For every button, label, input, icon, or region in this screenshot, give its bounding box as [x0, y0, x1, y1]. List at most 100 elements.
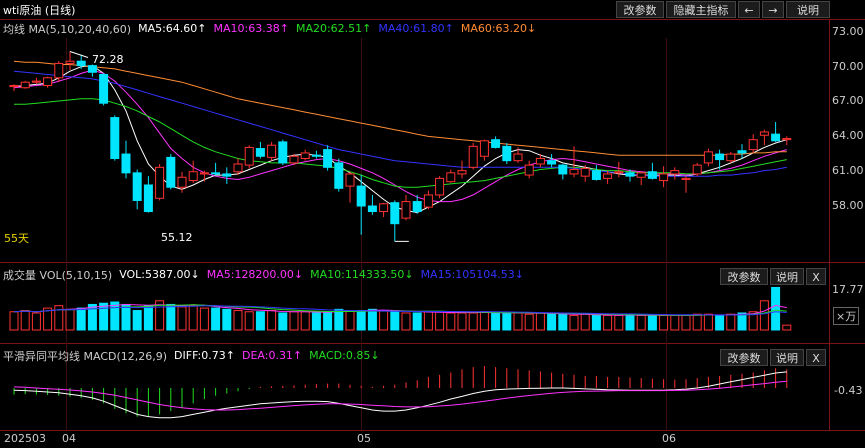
candle-body [379, 203, 389, 213]
volume-bar [558, 313, 568, 331]
volume-bar [345, 310, 355, 331]
candle-body [31, 80, 41, 83]
candle-body [614, 171, 624, 174]
line-ma10 [13, 69, 787, 203]
volume-bar [782, 324, 792, 331]
volume-bar [614, 314, 624, 331]
volume-bar [188, 305, 198, 331]
candle-body [199, 172, 209, 175]
volume-bar [356, 310, 366, 331]
candle-body [76, 60, 86, 67]
volume-bar [737, 312, 747, 331]
candle-body [211, 172, 221, 175]
volume-bar [143, 305, 153, 331]
volume-bar [334, 308, 344, 331]
candle-body [737, 150, 747, 154]
volume-bar [479, 311, 489, 331]
candle-body [20, 81, 30, 89]
volume-bar [692, 313, 702, 331]
candle-body [54, 62, 64, 79]
candle-body [524, 164, 534, 176]
candle-body [681, 177, 691, 180]
candle-body [580, 167, 590, 177]
candle-body [569, 169, 579, 175]
volume-bar [524, 313, 534, 331]
candlestick-chart[interactable] [0, 0, 865, 448]
candle-body [143, 184, 153, 213]
volume-bar [591, 314, 601, 331]
candle-body [468, 145, 478, 168]
candle-body [222, 173, 232, 177]
volume-bar [390, 311, 400, 331]
volume-bar [457, 312, 467, 331]
volume-bar [255, 311, 265, 331]
volume-bar [715, 314, 725, 331]
candle-body [423, 194, 433, 208]
candle-body [547, 160, 557, 165]
volume-bar [569, 314, 579, 331]
volume-bar [323, 311, 333, 331]
candle-body [535, 157, 545, 165]
volume-bar [9, 311, 19, 331]
candle-body [233, 163, 243, 173]
volume-bar [759, 300, 769, 331]
candle-body [65, 60, 75, 64]
candle-body [759, 131, 769, 136]
candle-body [300, 152, 310, 159]
candle-body [659, 173, 669, 182]
volume-bar [446, 312, 456, 331]
volume-bar [199, 307, 209, 331]
volume-bar [412, 312, 422, 331]
candle-body [412, 201, 422, 213]
volume-bar [132, 310, 142, 331]
candle-body [558, 164, 568, 175]
candle-body [703, 151, 713, 164]
volume-bar [401, 312, 411, 331]
candle-body [502, 145, 512, 162]
candle-body [311, 154, 321, 157]
volume-bar [703, 313, 713, 331]
volume-bar [20, 310, 30, 331]
volume-bar [76, 307, 86, 331]
candle-body [771, 133, 781, 142]
volume-bar [535, 312, 545, 331]
candle-body [446, 172, 456, 183]
candle-body [334, 162, 344, 189]
volume-bar [659, 314, 669, 331]
volume-bar [121, 303, 131, 331]
candle-body [636, 172, 646, 178]
candle-body [267, 144, 277, 158]
diff-line [13, 371, 787, 419]
candle-body [155, 166, 165, 199]
candle-body [715, 153, 725, 161]
candle-body [244, 146, 254, 166]
candle-body [513, 153, 523, 162]
volume-bar [244, 311, 254, 331]
candle-body [121, 153, 131, 174]
candle-body [356, 185, 366, 207]
volume-bar [513, 312, 523, 331]
volume-bar [278, 312, 288, 331]
candle-body [177, 176, 187, 188]
volume-bar [547, 313, 557, 331]
candle-body [188, 171, 198, 182]
candle-body [670, 170, 680, 175]
candle-body [87, 65, 97, 73]
volume-bar [222, 308, 232, 331]
candle-body [289, 155, 299, 164]
volume-bar [289, 311, 299, 331]
candle-body [748, 139, 758, 151]
candle-body [479, 140, 489, 157]
volume-bar [636, 314, 646, 331]
volume-bar [379, 310, 389, 331]
volume-bar [726, 313, 736, 331]
volume-bar [681, 314, 691, 331]
volume-bar [491, 312, 501, 331]
volume-bar [110, 301, 120, 331]
volume-bar [468, 312, 478, 331]
candle-body [401, 201, 411, 219]
candle-body [625, 172, 635, 177]
candle-body [782, 138, 792, 141]
candle-body [603, 173, 613, 179]
volume-bar [670, 314, 680, 331]
